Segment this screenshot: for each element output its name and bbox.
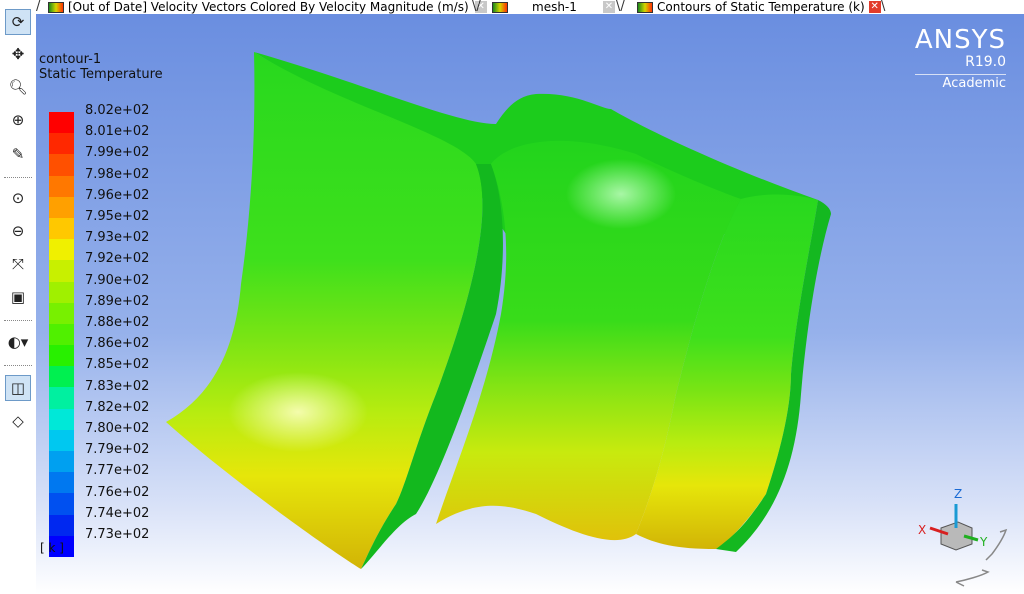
legend-title: contour-1 Static Temperature [39,52,163,82]
tab-label: mesh-1 [532,0,577,14]
zoom-in-icon[interactable]: ⊕ [5,107,31,133]
pan-icon[interactable]: ✥ [5,41,31,67]
zoom-out-icon[interactable]: ⊖ [5,218,31,244]
triad-z-label: Z [954,487,962,501]
contour-tab-icon [637,1,653,13]
legend-tick-label: 7.73e+02 [85,527,150,542]
legend-swatch [49,196,74,218]
legend-swatch [49,260,74,282]
tab-static-temperature[interactable]: Contours of Static Temperature (k) ✕ [637,0,881,14]
logo-version: R19.0 [965,54,1006,70]
rotate-icon[interactable]: ⟳ [5,9,31,35]
graphics-toolbar: ⟳ ✥ 🔍︎ ⊕ ✎ ⊙ ⊖ ⤧ ▣ ◐▾ ◫ ◇ [0,0,36,594]
tab-label: [Out of Date] Velocity Vectors Colored B… [68,0,469,14]
legend-tick-label: 7.82e+02 [85,399,150,415]
legend-tick-label: 7.95e+02 [85,209,150,224]
toolbar-divider [4,365,32,366]
legend-swatch [49,175,74,197]
legend-tick-label: 7.83e+02 [85,378,150,394]
legend-tick-label: 7.86e+02 [85,336,150,352]
legend-name: contour-1 [39,52,102,67]
legend-variable: Static Temperature [39,67,163,82]
legend-tick-label: 7.98e+02 [85,166,150,182]
view-options-icon[interactable]: ◐▾ [5,329,31,355]
legend-tick-label: 7.88e+02 [85,315,150,330]
close-icon[interactable]: ✕ [602,1,615,13]
legend-colorbar [49,112,74,557]
legend-swatch [49,217,74,240]
legend-tick-label: 7.89e+02 [85,293,150,309]
tab-velocity-vectors[interactable]: [Out of Date] Velocity Vectors Colored B… [48,0,487,14]
zoom-icon[interactable]: 🔍︎ [5,74,31,100]
specular-highlight [566,159,676,229]
screenshot-icon[interactable]: ▣ [5,284,31,310]
tab-separator: \/ [472,0,481,14]
tab-mesh[interactable]: mesh-1 ✕ [492,0,615,14]
toolbar-divider [4,320,32,321]
legend-tick-label: 7.92e+02 [85,251,150,267]
legend-swatch [49,366,74,388]
triad-x-label: X [918,523,926,537]
legend-swatch [49,472,74,494]
legend-tick-label: 7.76e+02 [85,484,150,500]
legend-tick-label: 7.77e+02 [85,463,150,479]
toolbar-divider [4,177,32,178]
legend-tick-label: 8.02e+02 [85,103,150,118]
legend-swatch [49,133,74,155]
temperature-contour-model[interactable] [36,14,1024,594]
tab-separator: \ [881,0,886,14]
rotate-arrow-icon[interactable] [985,528,1008,561]
tab-separator: \/ [616,0,625,14]
legend-swatch [49,514,74,536]
tab-label: Contours of Static Temperature (k) [657,0,865,14]
logo-name: ANSYS [914,25,1006,55]
legend-tick-label: 7.74e+02 [85,505,150,521]
perspective-icon[interactable]: ◫ [5,375,31,401]
legend-tick-label: 8.01e+02 [85,124,150,140]
ansys-logo: ANSYS R19.0 Academic [914,25,1006,91]
legend-swatch [49,302,74,324]
probe-icon[interactable]: ✎ [5,141,31,167]
legend-swatch [49,112,74,134]
legend-swatch [49,408,74,430]
mesh-tab-icon [492,1,508,13]
legend-tick-label: 7.99e+02 [85,145,150,161]
legend-tick-label: 7.85e+02 [85,357,150,373]
legend-swatch [49,493,74,515]
specular-highlight [228,372,368,452]
zoom-box-icon[interactable]: ⊙ [5,185,31,211]
orthographic-icon[interactable]: ◇ [5,408,31,434]
legend-swatch [49,281,74,303]
legend-swatch [49,239,74,261]
legend-swatch [49,387,74,409]
legend-units: [ k ] [40,541,64,555]
legend-tick-label: 7.93e+02 [85,230,150,246]
legend-swatch [49,451,74,473]
legend-tick-label: 7.80e+02 [85,421,150,436]
legend-swatch [49,429,74,451]
graphics-viewport[interactable]: contour-1 Static Temperature 8.02e+02 8.0… [36,14,1024,594]
logo-edition: Academic [914,74,1006,91]
legend-swatch [49,154,74,176]
close-icon[interactable]: ✕ [868,1,881,13]
legend-swatch [49,323,74,346]
rotate-arrow-icon[interactable] [955,569,990,587]
fit-icon[interactable]: ⤧ [5,251,31,277]
tab-bar: / [Out of Date] Velocity Vectors Colored… [36,0,1024,14]
tab-separator: / [36,0,41,14]
legend-tick-label: 7.79e+02 [85,442,150,458]
triad-y-label: Y [979,535,988,549]
axis-triad[interactable]: Z X Y [906,484,1024,594]
legend-swatch [49,345,74,367]
legend-tick-label: 7.96e+02 [85,187,150,203]
contour-tab-icon [48,1,64,13]
legend-tick-label: 7.90e+02 [85,272,150,288]
